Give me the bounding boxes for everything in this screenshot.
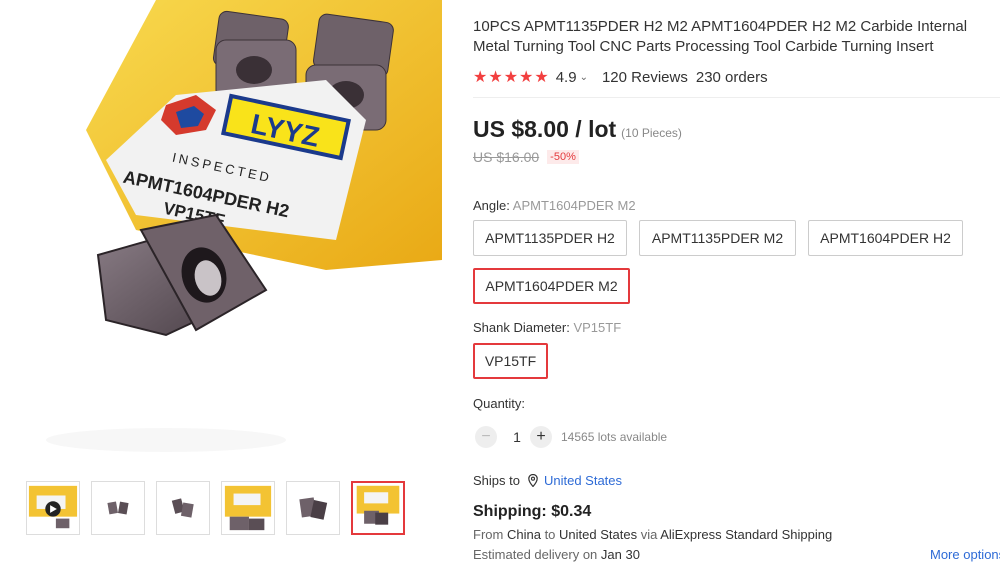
lots-available: 14565 lots available [561, 430, 668, 444]
lot-pieces: (10 Pieces) [621, 126, 682, 140]
rating-row: ★★★★★ 4.9 ⌄ 120 Reviews 230 orders [473, 67, 768, 87]
thumbnail-2[interactable] [91, 481, 145, 535]
angle-option-apmt1604pder-m2[interactable]: APMT1604PDER M2 [473, 268, 630, 304]
caret-down-icon[interactable]: ⌄ [580, 72, 588, 83]
quantity-value[interactable]: 1 [509, 429, 525, 445]
thumbnail-4[interactable] [221, 481, 275, 535]
reviews-link[interactable]: 120 Reviews [602, 69, 688, 86]
to-country: United States [559, 527, 638, 542]
thumbnail-3[interactable] [156, 481, 210, 535]
thumbnail-5[interactable] [286, 481, 340, 535]
product-main-image[interactable]: LYYZ INSPECTED APMT1604PDER H2 VP15TF [26, 0, 442, 460]
shipping-method: AliExpress Standard Shipping [660, 527, 833, 542]
shank-label: Shank Diameter: [473, 320, 570, 335]
price-row: US $8.00 / lot (10 Pieces) [473, 116, 682, 143]
angle-option-apmt1135pder-h2[interactable]: APMT1135PDER H2 [473, 220, 627, 256]
current-price: US $8.00 / lot [473, 116, 617, 142]
rating-value[interactable]: 4.9 [556, 69, 577, 86]
delivery-date: Jan 30 [600, 547, 640, 562]
via-prefix: via [640, 527, 658, 542]
angle-selected-value: APMT1604PDER M2 [512, 198, 636, 213]
shank-selected-value: VP15TF [573, 320, 622, 335]
star-rating-icon: ★★★★★ [473, 69, 550, 86]
from-country: China [506, 527, 541, 542]
product-title: 10PCS APMT1135PDER H2 M2 APMT1604PDER H2… [473, 18, 968, 55]
location-pin-icon [528, 474, 538, 487]
quantity-increment-button[interactable]: + [530, 426, 552, 448]
original-price: US $16.00 [473, 149, 540, 165]
original-price-row: US $16.00 -50% [473, 149, 579, 165]
shipping-price: Shipping: $0.34 [473, 503, 592, 520]
shipping-route: From China to United States via AliExpre… [473, 527, 832, 542]
more-shipping-options-link[interactable]: More options [930, 547, 1000, 562]
from-prefix: From [473, 527, 504, 542]
ship-country-link[interactable]: United States [544, 473, 622, 488]
angle-label-row: Angle: APMT1604PDER M2 [473, 198, 636, 213]
ships-to-row: Ships to United States [473, 473, 622, 488]
estimated-delivery: Estimated delivery on Jan 30 [473, 547, 640, 562]
ships-to-label: Ships to [473, 473, 520, 488]
shank-label-row: Shank Diameter: VP15TF [473, 320, 621, 335]
orders-count: 230 orders [695, 68, 768, 86]
angle-option-apmt1604pder-h2[interactable]: APMT1604PDER H2 [808, 220, 963, 256]
delivery-prefix: Estimated delivery on [473, 547, 598, 562]
shank-option-vp15tf[interactable]: VP15TF [473, 343, 548, 379]
quantity-decrement-button[interactable]: − [475, 426, 497, 448]
angle-label: Angle: [473, 198, 510, 213]
quantity-label: Quantity: [473, 396, 526, 411]
thumbnail-6-selected[interactable] [351, 481, 405, 535]
thumbnail-1-video[interactable] [26, 481, 80, 535]
to-prefix: to [544, 527, 556, 542]
discount-badge: -50% [547, 150, 579, 164]
divider [473, 97, 1000, 98]
angle-option-apmt1135pder-m2[interactable]: APMT1135PDER M2 [639, 220, 796, 256]
